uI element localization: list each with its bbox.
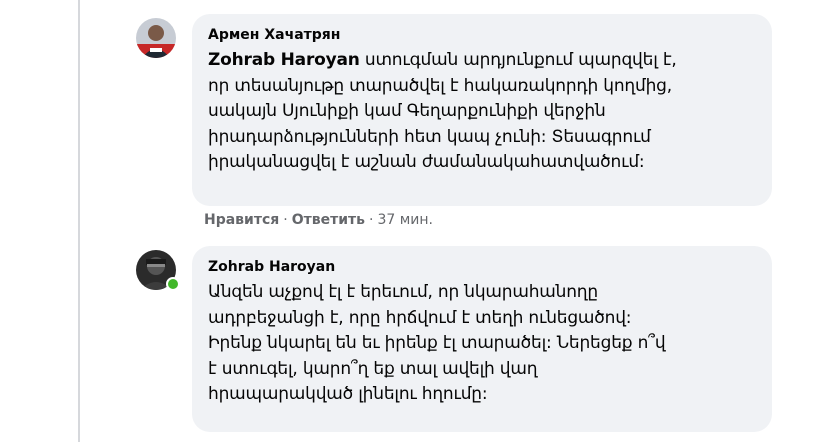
- comment-author-link[interactable]: Zohrab Haroyan: [208, 258, 756, 276]
- comment-line: ադրբեջանցի է, որը հրճվում է տեղի ունեցած…: [208, 307, 632, 328]
- avatar-armen[interactable]: [136, 18, 176, 58]
- separator-dot: ·: [368, 212, 374, 228]
- comment-line: հրապարակված լինելու հղումը:: [208, 384, 488, 404]
- avatar-armen-image: [136, 18, 176, 58]
- mention-link[interactable]: Zohrab Haroyan: [208, 50, 360, 70]
- comment-line: իրադարձությունների հետ կապ չունի: Տեսագր…: [208, 126, 651, 147]
- comment-timestamp[interactable]: 37 мин.: [377, 212, 433, 228]
- comment-actions: Нравится · Ответить · 37 мин.: [204, 211, 433, 229]
- comment-line: Անզեն աչքով էլ է երեւում, որ նկարահանողը: [208, 282, 598, 302]
- thread-line: [78, 0, 80, 442]
- comment-line: ստուգման արդյունքում պարզվել է,: [359, 50, 677, 70]
- reply-button[interactable]: Ответить: [292, 212, 365, 228]
- comment-body: Zohrab Haroyan ստուգման արդյունքում պարզ…: [208, 48, 756, 176]
- online-dot-icon: [166, 277, 180, 291]
- like-button[interactable]: Нравится: [204, 212, 279, 228]
- comment-body: Անզեն աչքով էլ է երեւում, որ նկարահանողը…: [208, 280, 756, 408]
- comment-2-bubble: Zohrab Haroyan Անզեն աչքով էլ է երեւում,…: [192, 246, 772, 432]
- comment-author-link[interactable]: Армен Хачатрян: [208, 26, 756, 44]
- comment-line: է ստուգել, կարո՞ղ եք տալ ավելի վաղ: [208, 358, 538, 379]
- comment-line: Իրենք նկարել են եւ իրենք էլ տարածել: Ներ…: [208, 333, 666, 353]
- comment-1-bubble: Армен Хачатрян Zohrab Haroyan ստուգման ա…: [192, 14, 772, 206]
- comment-line: սակայն Սյունիքի կամ Գեղարքունիքի վերջին: [208, 101, 606, 121]
- comment-line: իրականացվել է աշնան ժամանակահատվածում:: [208, 152, 645, 172]
- separator-dot: ·: [283, 212, 288, 228]
- comment-line: որ տեսանյութը տարածվել է հակառակորդի կող…: [208, 75, 672, 96]
